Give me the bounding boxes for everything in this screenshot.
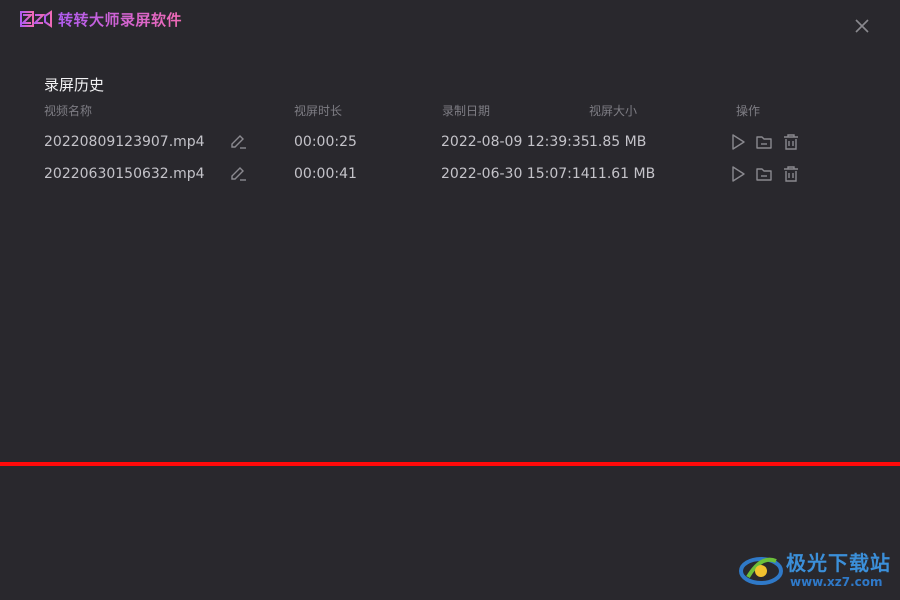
folder-icon[interactable] [755, 165, 773, 183]
red-divider-line [0, 462, 900, 466]
edit-icon[interactable] [229, 133, 247, 151]
watermark-url: www.xz7.com [790, 575, 883, 589]
table-row: 20220809123907.mp4 00:00:25 2022-08-09 1… [0, 130, 900, 156]
video-duration: 00:00:41 [294, 166, 357, 182]
watermark-logo-icon [739, 557, 783, 585]
column-header-duration: 视屏时长 [294, 104, 343, 118]
column-header-name: 视频名称 [44, 104, 93, 118]
section-title: 录屏历史 [44, 76, 105, 94]
play-icon[interactable] [729, 165, 747, 183]
video-date: 2022-06-30 15:07:14 [441, 166, 590, 182]
video-duration: 00:00:25 [294, 134, 357, 150]
column-header-date: 录制日期 [442, 104, 491, 118]
edit-icon[interactable] [229, 165, 247, 183]
video-date: 2022-08-09 12:39:35 [441, 134, 590, 150]
trash-icon[interactable] [782, 165, 800, 183]
column-header-size: 视屏大小 [589, 104, 638, 118]
app-logo-icon [20, 10, 52, 28]
title-bar: 转转大师录屏软件 [0, 0, 900, 44]
column-header-actions: 操作 [736, 104, 761, 118]
close-icon[interactable] [854, 18, 870, 34]
play-icon[interactable] [729, 133, 747, 151]
app-title: 转转大师录屏软件 [58, 11, 183, 29]
watermark: 极光下载站 www.xz7.com [738, 545, 898, 595]
video-name: 20220809123907.mp4 [44, 134, 205, 150]
video-size: 1.85 MB [589, 134, 647, 150]
video-name: 20220630150632.mp4 [44, 166, 205, 182]
trash-icon[interactable] [782, 133, 800, 151]
folder-icon[interactable] [755, 133, 773, 151]
table-header: 视频名称 视屏时长 录制日期 视屏大小 操作 [0, 102, 900, 118]
table-row: 20220630150632.mp4 00:00:41 2022-06-30 1… [0, 162, 900, 188]
video-size: 11.61 MB [589, 166, 656, 182]
watermark-text: 极光下载站 [786, 551, 891, 575]
